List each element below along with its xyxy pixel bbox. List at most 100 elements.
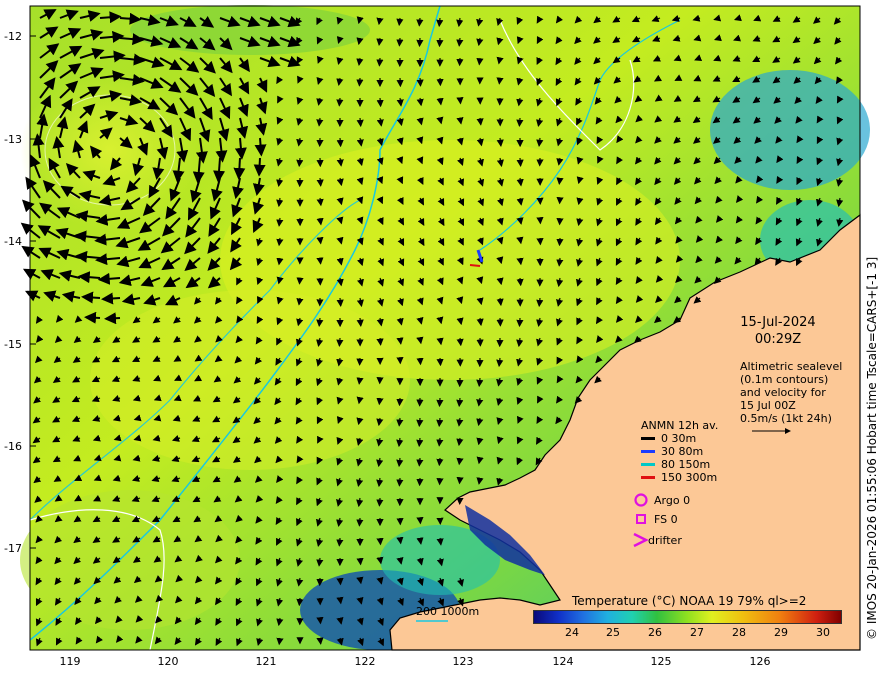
velocity-arrow [476, 117, 484, 126]
velocity-arrow [396, 536, 404, 545]
drifter-label: drifter [648, 534, 682, 547]
velocity-arrow [84, 311, 101, 324]
velocity-arrow [416, 17, 424, 27]
legend-item: 80 150m [641, 458, 718, 471]
y-axis-label: -13 [4, 133, 22, 146]
colorbar-tick: 26 [648, 626, 662, 639]
depth-scale-label: 200 1000m [416, 605, 480, 618]
velocity-arrow [476, 57, 484, 66]
arrow-icon [641, 463, 655, 466]
velocity-arrow [253, 157, 266, 177]
velocity-arrow [436, 437, 444, 447]
velocity-arrow [456, 37, 464, 47]
velocity-arrow [254, 137, 267, 157]
velocity-arrow [516, 277, 524, 287]
velocity-arrow [516, 317, 524, 328]
velocity-arrow [336, 137, 344, 148]
legend-item: 150 300m [641, 471, 718, 484]
altimetry-note: Altimetric sealevel (0.1m contours) and … [740, 360, 842, 425]
colorbar-tick: 24 [565, 626, 579, 639]
velocity-arrow [436, 17, 444, 28]
velocity-arrow [496, 77, 504, 85]
legend-item-label: 150 300m [661, 471, 718, 484]
velocity-arrow [336, 537, 344, 547]
y-axis-label: -14 [4, 235, 22, 248]
velocity-arrow [436, 357, 444, 367]
velocity-arrow [396, 477, 404, 487]
velocity-arrow [556, 257, 564, 267]
velocity-arrow [356, 117, 364, 128]
altimetry-line: 0.5m/s (1kt 24h) [740, 412, 832, 425]
argo-label: Argo 0 [654, 494, 691, 507]
arrow-icon [641, 450, 655, 453]
velocity-arrow [416, 77, 424, 87]
velocity-arrow [104, 312, 121, 325]
velocity-arrow [516, 157, 524, 167]
x-axis-label: 122 [354, 655, 376, 668]
velocity-arrow [436, 397, 444, 408]
velocity-arrow [316, 637, 324, 645]
x-axis-label: 124 [552, 655, 574, 668]
fs-label: FS 0 [654, 513, 678, 526]
colorbar-tick: 29 [774, 626, 788, 639]
velocity-arrow [376, 537, 384, 546]
velocity-arrow [356, 377, 364, 385]
velocity-arrow [296, 157, 304, 168]
velocity-arrow [456, 476, 464, 485]
date-label: 15-Jul-2024 [740, 315, 816, 330]
velocity-arrow [296, 277, 304, 285]
colorbar-tick: 30 [816, 626, 830, 639]
x-axis-label: 121 [255, 655, 277, 668]
velocity-arrow [316, 177, 324, 187]
velocity-arrow [233, 157, 246, 180]
velocity-arrow [81, 291, 101, 304]
x-axis-label: 125 [650, 655, 672, 668]
legend-item-label: 80 150m [661, 458, 711, 471]
x-axis-label: 126 [749, 655, 771, 668]
velocity-arrow [396, 417, 404, 427]
velocity-arrow [456, 337, 464, 347]
time-label: 00:29Z [754, 332, 802, 347]
velocity-arrow [376, 97, 384, 108]
legend-title: ANMN 12h av. [641, 419, 719, 432]
velocity-arrow [476, 377, 484, 388]
colorbar-tick: 28 [732, 626, 746, 639]
velocity-arrow [396, 337, 404, 345]
velocity-arrow [101, 292, 121, 305]
velocity-arrow [556, 177, 564, 185]
legend-item-label: 0 30m [661, 432, 697, 445]
velocity-arrow [416, 457, 424, 467]
x-axis-label: 120 [157, 655, 179, 668]
velocity-arrow [436, 37, 444, 48]
colorbar-tick: 27 [690, 626, 704, 639]
altimetry-line: and velocity for [740, 386, 826, 399]
velocity-arrow [316, 257, 324, 265]
argo-icon [634, 493, 648, 507]
colorbar [533, 610, 842, 624]
velocity-arrow [536, 297, 544, 308]
velocity-arrow [316, 236, 324, 245]
velocity-arrow [396, 397, 404, 407]
arrow-icon [641, 437, 655, 440]
legend-item: 30 80m [641, 445, 718, 458]
velocity-arrow [416, 37, 424, 48]
y-axis-label: -12 [4, 30, 22, 43]
velocity-arrow [336, 297, 344, 307]
date-time-block: 15-Jul-2024 00:29Z [728, 314, 828, 348]
velocity-arrow [276, 637, 284, 646]
velocity-arrow [376, 57, 384, 67]
velocity-arrow [376, 337, 384, 346]
velocity-arrow [356, 557, 364, 566]
velocity-arrow [336, 337, 344, 347]
altimetry-line: (0.1m contours) [740, 373, 829, 386]
velocity-arrow [336, 577, 344, 586]
velocity-arrow [356, 317, 364, 327]
velocity-arrow [316, 616, 324, 625]
velocity-arrow [376, 397, 384, 406]
velocity-arrow [296, 597, 304, 607]
velocity-arrow [556, 237, 564, 247]
velocity-arrow [396, 37, 404, 47]
y-axis-label: -16 [4, 440, 22, 453]
y-axis-label: -15 [4, 338, 22, 351]
altimetry-line: 15 Jul 00Z [740, 399, 796, 412]
